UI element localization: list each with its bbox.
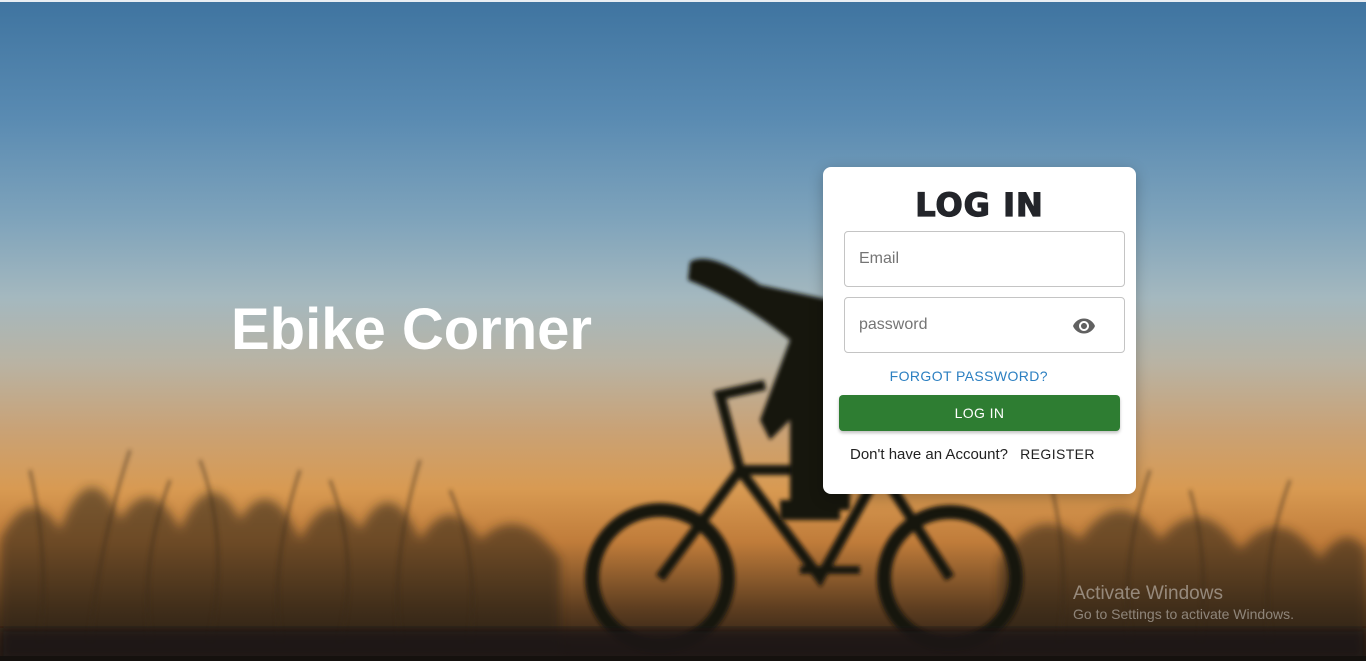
register-row: Don't have an Account? REGISTER (850, 445, 1095, 464)
login-card-title: Log In (915, 185, 1044, 224)
register-prompt: Don't have an Account? (850, 446, 1008, 463)
brand-title: Ebike Corner (231, 297, 592, 362)
login-card: Log In FORGOT PASSWORD? LOG IN Don't hav… (823, 167, 1136, 494)
cyclist-silhouette-illustration (0, 258, 1366, 661)
watermark-subtitle: Go to Settings to activate Windows. (1073, 605, 1294, 622)
activate-windows-watermark: Activate Windows Go to Settings to activ… (1073, 583, 1294, 623)
forgot-password-link[interactable]: FORGOT PASSWORD? (823, 367, 1048, 385)
login-button[interactable]: LOG IN (839, 395, 1120, 431)
password-field (844, 297, 1125, 353)
watermark-title: Activate Windows (1073, 583, 1223, 604)
email-input[interactable] (845, 232, 1124, 286)
background-scene (0, 0, 1366, 661)
email-field (844, 231, 1125, 287)
bottom-edge (0, 656, 1366, 661)
eye-icon[interactable] (1072, 314, 1096, 338)
register-link[interactable]: REGISTER (1020, 446, 1095, 462)
